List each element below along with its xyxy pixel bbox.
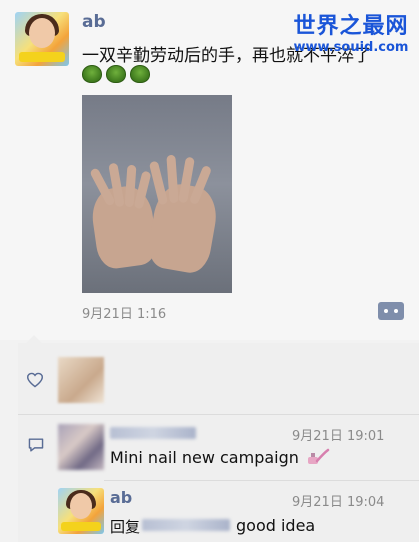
watermark-url: www.souid.com	[293, 40, 409, 55]
reply-text: good idea	[236, 516, 316, 535]
reply-target-name[interactable]	[142, 519, 230, 531]
turtle-emoji-icon	[82, 65, 102, 83]
comment-text: Mini nail new campaign	[110, 448, 299, 467]
heart-icon	[26, 372, 44, 388]
more-actions-button[interactable]	[378, 302, 404, 320]
turtle-emoji-icon	[130, 65, 150, 83]
reply-prefix: 回复	[110, 518, 141, 536]
reply-time: 9月21日 19:04	[292, 495, 385, 510]
watermark: 世界之最网 www.souid.com	[286, 8, 416, 55]
reply-author[interactable]: ab	[110, 488, 132, 507]
likes-divider	[18, 414, 419, 415]
commenter-name[interactable]	[110, 427, 196, 439]
commenter-avatar[interactable]	[58, 424, 104, 470]
post-photo[interactable]	[82, 95, 232, 293]
post-timestamp: 9月21日 1:16	[82, 307, 167, 322]
comment-divider	[104, 480, 419, 481]
reply-avatar[interactable]	[58, 488, 104, 534]
comment-area-notch	[26, 335, 42, 343]
emoji-row	[82, 65, 150, 83]
poster-name[interactable]: ab	[82, 12, 106, 32]
watermark-title: 世界之最网	[293, 14, 409, 39]
comment-time: 9月21日 19:01	[292, 429, 385, 444]
comment-icon	[28, 438, 44, 452]
liker-avatar[interactable]	[58, 357, 104, 403]
poster-avatar[interactable]	[15, 12, 69, 66]
turtle-emoji-icon	[106, 65, 126, 83]
nail-polish-icon	[308, 448, 330, 464]
